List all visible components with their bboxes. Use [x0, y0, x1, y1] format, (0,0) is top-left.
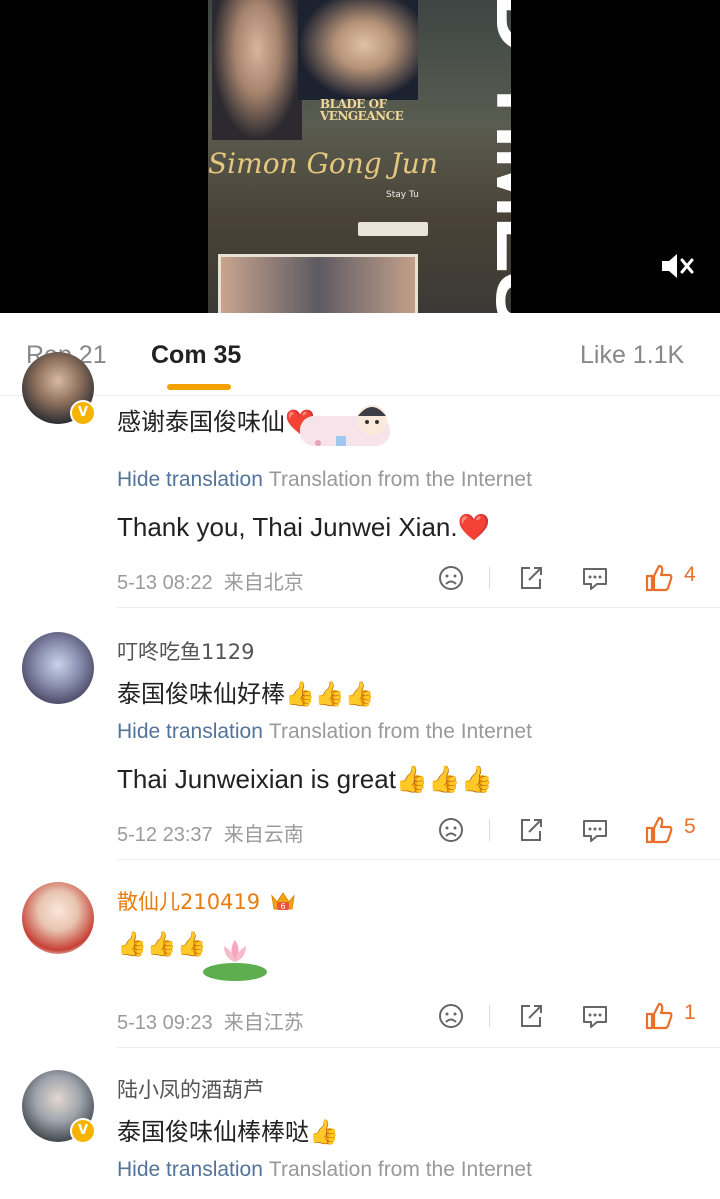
translation-source: Translation from the Internet: [268, 1158, 532, 1181]
action-separator: [489, 819, 490, 841]
comment-divider: [117, 607, 720, 608]
poster-vertical-text: D TIMES: [477, 0, 511, 313]
share-icon[interactable]: [516, 815, 546, 845]
dislike-face-icon[interactable]: [436, 1001, 466, 1031]
comment-meta: 5-12 23:37 来自云南: [117, 818, 304, 847]
comment-actions: 1: [436, 1001, 720, 1031]
avatar[interactable]: [22, 882, 94, 954]
like-thumb-icon[interactable]: [644, 815, 674, 845]
comment-location: 来自北京: [223, 572, 304, 594]
video-player[interactable]: BLADE OF VENGEANCE Simon Gong Jun Stay T…: [0, 0, 720, 313]
action-separator: [489, 1005, 490, 1027]
reply-bubble-icon[interactable]: [580, 815, 610, 845]
share-icon[interactable]: [516, 563, 546, 593]
avatar[interactable]: [22, 632, 94, 704]
comment-location: 来自云南: [223, 824, 304, 846]
poster-person-left: [212, 0, 302, 140]
translated-text: Thai Junweixian is great👍👍👍: [117, 764, 494, 794]
comment-date: 5-12 23:37: [117, 824, 213, 846]
comment-date: 5-13 08:22: [117, 572, 213, 594]
like-count: 5: [684, 815, 696, 838]
cute-character-sticker-icon: [300, 396, 390, 452]
vip-crown-icon: 6: [269, 889, 297, 918]
lotus-sticker-icon: [200, 932, 270, 982]
tab-comments[interactable]: Com 35: [151, 341, 241, 370]
username[interactable]: 陆小凤的酒葫芦: [117, 1074, 264, 1104]
poster-person-right: [298, 0, 418, 100]
comment-text: 感谢泰国俊味仙❤️: [117, 408, 315, 436]
share-icon[interactable]: [516, 1001, 546, 1031]
dislike-face-icon[interactable]: [436, 563, 466, 593]
translation-row: Hide translation Translation from the Int…: [117, 468, 532, 492]
translation-source: Translation from the Internet: [268, 720, 532, 743]
like-count: 4: [684, 563, 696, 586]
like-thumb-icon[interactable]: [644, 1001, 674, 1031]
poster-subtext: Stay Tu: [386, 190, 419, 200]
verified-badge-icon: V: [70, 400, 96, 426]
comment-text: 👍👍👍: [117, 930, 207, 958]
comment-text: 泰国俊味仙好棒👍👍👍: [117, 680, 375, 708]
hide-translation-link[interactable]: Hide translation: [117, 1158, 263, 1181]
comment-actions: 5: [436, 815, 720, 845]
poster-title: BLADE OF VENGEANCE: [320, 97, 404, 123]
speaker-muted-icon[interactable]: [660, 252, 696, 280]
like-count: 1: [684, 1001, 696, 1024]
username[interactable]: 叮咚吃鱼1129: [117, 636, 254, 666]
comment-date: 5-13 09:23: [117, 1012, 213, 1034]
comment-actions: 4: [436, 563, 720, 593]
dislike-face-icon[interactable]: [436, 815, 466, 845]
hide-translation-link[interactable]: Hide translation: [117, 720, 263, 743]
poster-photo-frame: [218, 254, 418, 313]
video-poster: BLADE OF VENGEANCE Simon Gong Jun Stay T…: [208, 0, 511, 313]
verified-badge-icon: V: [70, 1118, 96, 1144]
like-thumb-icon[interactable]: [644, 563, 674, 593]
comment-location: 来自江苏: [223, 1012, 304, 1034]
active-tab-indicator: [167, 384, 231, 390]
reply-bubble-icon[interactable]: [580, 1001, 610, 1031]
comment-divider: [117, 1047, 720, 1048]
username[interactable]: 散仙儿210419 6: [117, 886, 297, 918]
comment-tabs: Rep 21 Com 35 Like 1.1K: [0, 313, 720, 396]
reply-bubble-icon[interactable]: [580, 563, 610, 593]
comment-divider: [117, 859, 720, 860]
tab-likes[interactable]: Like 1.1K: [580, 341, 684, 370]
svg-text:6: 6: [280, 902, 285, 911]
action-separator: [489, 567, 490, 589]
comment-meta: 5-13 08:22 来自北京: [117, 566, 304, 595]
translation-row: Hide translation Translation from the Int…: [117, 1158, 532, 1182]
translated-text: Thank you, Thai Junwei Xian.❤️: [117, 512, 490, 542]
poster-script-text: Simon Gong Jun: [208, 147, 438, 180]
translation-source: Translation from the Internet: [268, 468, 532, 491]
comment-meta: 5-13 09:23 来自江苏: [117, 1006, 304, 1035]
hide-translation-link[interactable]: Hide translation: [117, 468, 263, 491]
comment-text: 泰国俊味仙棒棒哒👍: [117, 1118, 339, 1146]
translation-row: Hide translation Translation from the Int…: [117, 720, 532, 744]
